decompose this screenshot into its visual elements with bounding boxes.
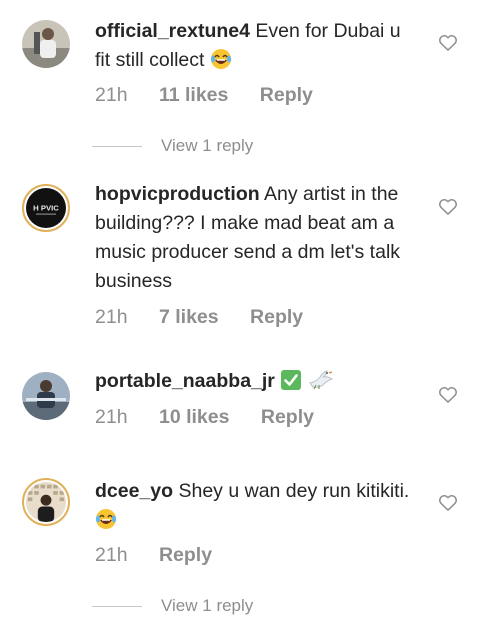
like-heart-icon[interactable]: [438, 197, 458, 217]
likes-count[interactable]: 10 likes: [159, 406, 229, 428]
timestamp: 21h: [95, 406, 128, 428]
reply-button[interactable]: Reply: [250, 306, 303, 328]
timestamp: 21h: [95, 306, 128, 328]
official-rextune4-avatar-image: [22, 20, 70, 68]
avatar[interactable]: [22, 372, 70, 420]
comment-meta: 21h 7 likes Reply: [95, 306, 329, 329]
comment-text: dcee_yo Shey u wan dey run kitikiti.: [95, 477, 420, 535]
laughing-tears-emoji: [210, 48, 232, 70]
portable-naabba-jr-avatar-image: [22, 372, 70, 420]
divider-line: [92, 606, 142, 607]
dove-emoji: [308, 369, 334, 391]
divider-line: [92, 146, 142, 147]
comment-text: hopvicproduction Any artist in the build…: [95, 180, 420, 296]
avatar[interactable]: [22, 478, 70, 526]
comment-text: portable_naabba_jr: [95, 367, 420, 396]
hopvicproduction-avatar-image: H PVIC: [26, 188, 66, 228]
username[interactable]: portable_naabba_jr: [95, 370, 275, 392]
avatar[interactable]: H PVIC: [22, 184, 70, 232]
username[interactable]: official_rextune4: [95, 20, 250, 42]
timestamp: 21h: [95, 84, 128, 106]
username[interactable]: dcee_yo: [95, 480, 173, 502]
comment-body: Shey u wan dey run kitikiti.: [178, 480, 410, 502]
check-mark-emoji: [280, 369, 302, 391]
comment-meta: 21h Reply: [95, 544, 238, 567]
timestamp: 21h: [95, 544, 128, 566]
reply-button[interactable]: Reply: [260, 84, 313, 106]
comment-meta: 21h 11 likes Reply: [95, 84, 339, 107]
view-replies-label[interactable]: View 1 reply: [161, 136, 253, 156]
comment-text: official_rextune4 Even for Dubai u fit s…: [95, 17, 420, 75]
reply-button[interactable]: Reply: [261, 406, 314, 428]
like-heart-icon[interactable]: [438, 385, 458, 405]
avatar[interactable]: [22, 20, 70, 68]
avatar-logo-text: H PVIC: [33, 204, 59, 213]
likes-count[interactable]: 7 likes: [159, 306, 219, 328]
likes-count[interactable]: 11 likes: [159, 84, 228, 106]
dcee-yo-avatar-image: [26, 482, 66, 522]
like-heart-icon[interactable]: [438, 493, 458, 513]
view-replies-label[interactable]: View 1 reply: [161, 596, 253, 616]
username[interactable]: hopvicproduction: [95, 183, 260, 205]
like-heart-icon[interactable]: [438, 33, 458, 53]
comment-meta: 21h 10 likes Reply: [95, 406, 340, 429]
reply-button[interactable]: Reply: [159, 544, 212, 566]
laughing-tears-emoji: [95, 508, 117, 530]
